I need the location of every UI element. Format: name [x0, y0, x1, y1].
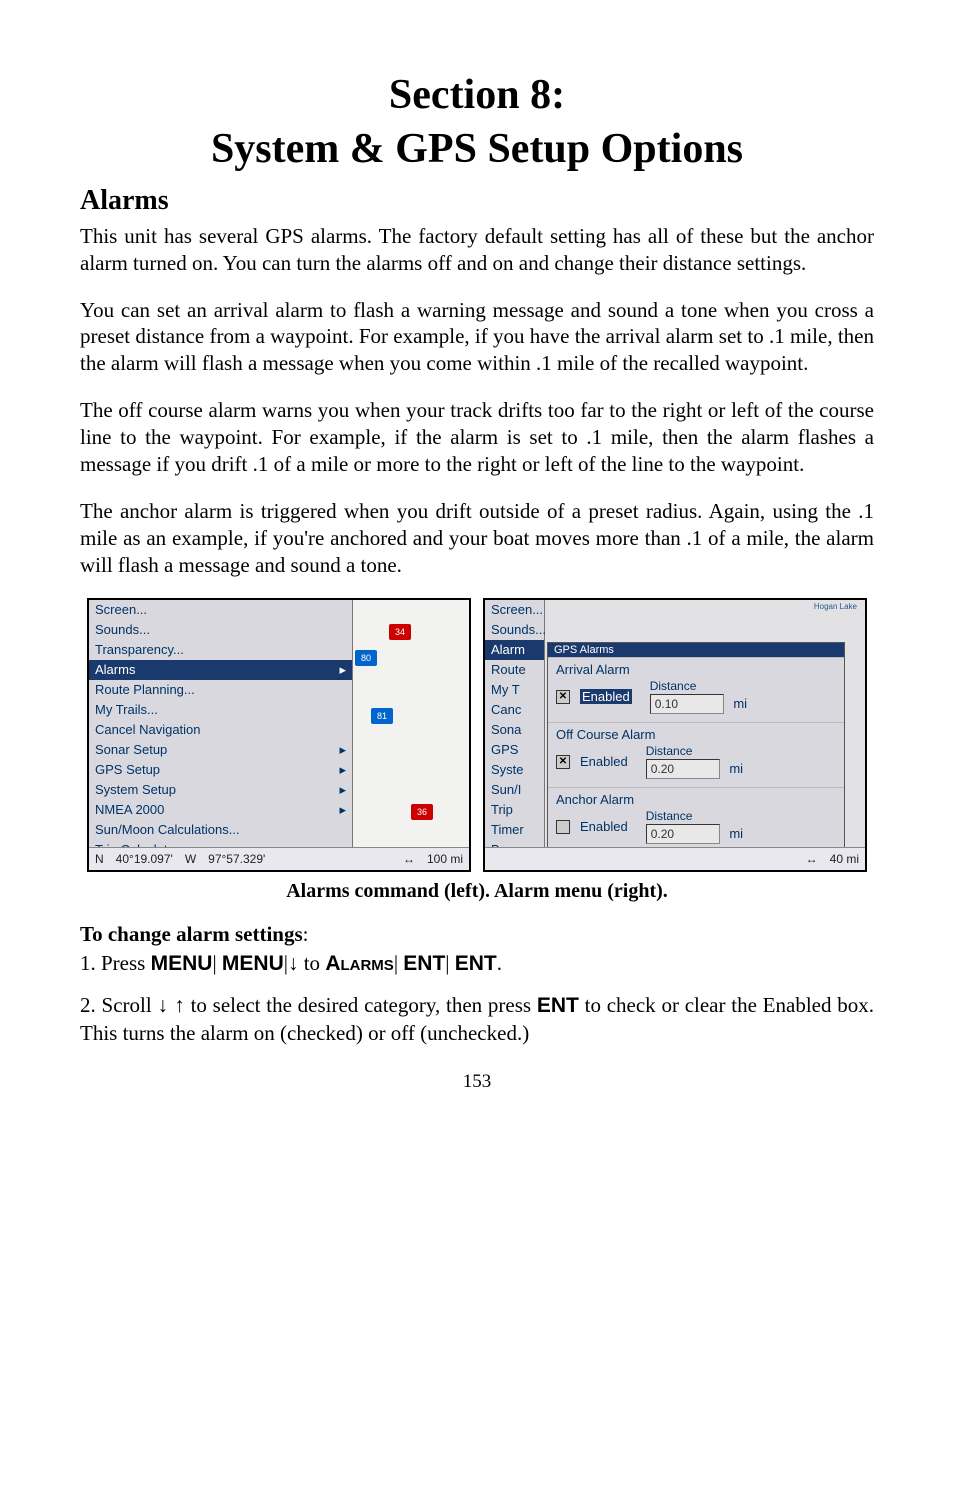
- arrival-distance-label: Distance: [650, 679, 747, 693]
- anchor-distance-label: Distance: [646, 809, 743, 823]
- arrival-enabled-checkbox[interactable]: [556, 690, 570, 704]
- para-4: The anchor alarm is triggered when you d…: [80, 498, 874, 579]
- menu-item[interactable]: NMEA 2000 ▸: [89, 800, 352, 820]
- figure-row: Screen...Sounds...Transparency...Alarms …: [80, 598, 874, 872]
- offcourse-distance-col: Distance 0.20 mi: [646, 744, 743, 779]
- interstate-shield-icon-2: 81: [371, 708, 393, 724]
- menu-item[interactable]: My Trails...: [89, 700, 352, 720]
- interstate-shield-icon: 80: [355, 650, 377, 666]
- anchor-alarm-label: Anchor Alarm: [556, 792, 836, 807]
- menu-item[interactable]: Route Planning...: [89, 680, 352, 700]
- status-bar-left: N 40°19.097' W 97°57.329' ↔ 100 mi: [89, 847, 469, 870]
- menu-item-truncated[interactable]: My T: [485, 680, 544, 700]
- step1-prefix: 1. Press: [80, 951, 151, 975]
- step-1: 1. Press MENU| MENU|↓ to Alarms| ENT| EN…: [80, 950, 874, 978]
- offcourse-distance-unit: mi: [729, 761, 743, 776]
- ent-key-2: ENT: [455, 952, 497, 975]
- lat-value: 40°19.097': [116, 852, 173, 866]
- menu-list-right-truncated: Screen...Sounds...AlarmRouteMy TCancSona…: [485, 600, 545, 848]
- offcourse-enabled-checkbox[interactable]: [556, 755, 570, 769]
- menu-key-1: MENU: [151, 952, 213, 975]
- para-3: The off course alarm warns you when your…: [80, 397, 874, 478]
- menu-item-truncated[interactable]: Route: [485, 660, 544, 680]
- menu-item-truncated[interactable]: Alarm: [485, 640, 544, 660]
- menu-item[interactable]: Sonar Setup ▸: [89, 740, 352, 760]
- figure-caption: Alarms command (left). Alarm menu (right…: [80, 880, 874, 903]
- arrival-alarm-label: Arrival Alarm: [556, 662, 836, 677]
- highway-shield-icon-2: 36: [411, 804, 433, 820]
- step2-prefix: 2. Scroll: [80, 993, 157, 1017]
- menu-item[interactable]: Alarms ▸: [89, 660, 352, 680]
- map-area-left: 34 80 81 36: [353, 600, 469, 848]
- menu-key-2: MENU: [222, 952, 284, 975]
- page-number: 153: [80, 1071, 874, 1093]
- alarms-key: Alarms: [325, 952, 394, 975]
- arrival-distance-col: Distance 0.10 mi: [650, 679, 747, 714]
- menu-item-truncated[interactable]: Screen...: [485, 600, 544, 620]
- offcourse-alarm-label: Off Course Alarm: [556, 727, 836, 742]
- offcourse-enabled-label[interactable]: Enabled: [580, 754, 628, 769]
- page: Section 8: System & GPS Setup Options Al…: [0, 0, 954, 1487]
- ent-key-3: ENT: [537, 994, 579, 1017]
- step1-to: to: [304, 951, 326, 975]
- anchor-distance-col: Distance 0.20 mi: [646, 809, 743, 844]
- alarms-heading: Alarms: [80, 185, 874, 217]
- menu-item[interactable]: Cancel Navigation: [89, 720, 352, 740]
- menu-item[interactable]: Sun/Moon Calculations...: [89, 820, 352, 840]
- arrival-alarm-group: Arrival Alarm Enabled Distance 0.10 mi: [548, 657, 844, 722]
- section-title-line2: System & GPS Setup Options: [80, 124, 874, 174]
- menu-item[interactable]: Sounds...: [89, 620, 352, 640]
- menu-item[interactable]: System Setup ▸: [89, 780, 352, 800]
- anchor-distance-unit: mi: [729, 826, 743, 841]
- lat-dir: N: [95, 852, 104, 866]
- arrival-enabled-label[interactable]: Enabled: [580, 689, 632, 704]
- step-2: 2. Scroll ↓ ↑ to select the desired cate…: [80, 992, 874, 1047]
- lon-value: 97°57.329': [208, 852, 265, 866]
- menu-item-truncated[interactable]: Sona: [485, 720, 544, 740]
- change-settings-header-text: To change alarm settings: [80, 922, 303, 946]
- anchor-enabled-checkbox[interactable]: [556, 820, 570, 834]
- scale-value: 100 mi: [427, 852, 463, 866]
- para-2: You can set an arrival alarm to flash a …: [80, 297, 874, 378]
- offcourse-alarm-group: Off Course Alarm Enabled Distance 0.20 m…: [548, 722, 844, 787]
- offcourse-distance-label: Distance: [646, 744, 743, 758]
- status-bar-right: ↔ 40 mi: [485, 847, 865, 870]
- menu-item-truncated[interactable]: Canc: [485, 700, 544, 720]
- anchor-enabled-label[interactable]: Enabled: [580, 819, 628, 834]
- menu-item-truncated[interactable]: GPS: [485, 740, 544, 760]
- menu-item-truncated[interactable]: Syste: [485, 760, 544, 780]
- section-title-line1: Section 8:: [80, 70, 874, 120]
- menu-item-truncated[interactable]: Sun/I: [485, 780, 544, 800]
- menu-list-left: Screen...Sounds...Transparency...Alarms …: [89, 600, 353, 848]
- lake-label: Hogan Lake: [814, 602, 857, 611]
- anchor-alarm-group: Anchor Alarm Enabled Distance 0.20 mi: [548, 787, 844, 852]
- para-1: This unit has several GPS alarms. The fa…: [80, 223, 874, 277]
- menu-item[interactable]: Transparency...: [89, 640, 352, 660]
- highway-shield-icon: 34: [389, 624, 411, 640]
- menu-item-truncated[interactable]: Sounds...: [485, 620, 544, 640]
- change-settings-header: To change alarm settings:: [80, 921, 874, 948]
- menu-item[interactable]: Screen...: [89, 600, 352, 620]
- screenshot-right: Hogan Lake Screen...Sounds...AlarmRouteM…: [483, 598, 867, 872]
- scale-value-right: 40 mi: [830, 852, 859, 866]
- lon-dir: W: [185, 852, 196, 866]
- gps-alarms-dialog: GPS Alarms Arrival Alarm Enabled Distanc…: [547, 642, 845, 853]
- menu-item-truncated[interactable]: Timer: [485, 820, 544, 840]
- arrival-distance-input[interactable]: 0.10: [650, 694, 724, 714]
- offcourse-distance-input[interactable]: 0.20: [646, 759, 720, 779]
- ent-key-1: ENT: [403, 952, 445, 975]
- menu-item[interactable]: GPS Setup ▸: [89, 760, 352, 780]
- step2-mid: to select the desired category, then pre…: [191, 993, 537, 1017]
- arrival-distance-unit: mi: [733, 696, 747, 711]
- screenshot-left: Screen...Sounds...Transparency...Alarms …: [87, 598, 471, 872]
- menu-item-truncated[interactable]: Trip: [485, 800, 544, 820]
- anchor-distance-input[interactable]: 0.20: [646, 824, 720, 844]
- dialog-title: GPS Alarms: [548, 643, 844, 657]
